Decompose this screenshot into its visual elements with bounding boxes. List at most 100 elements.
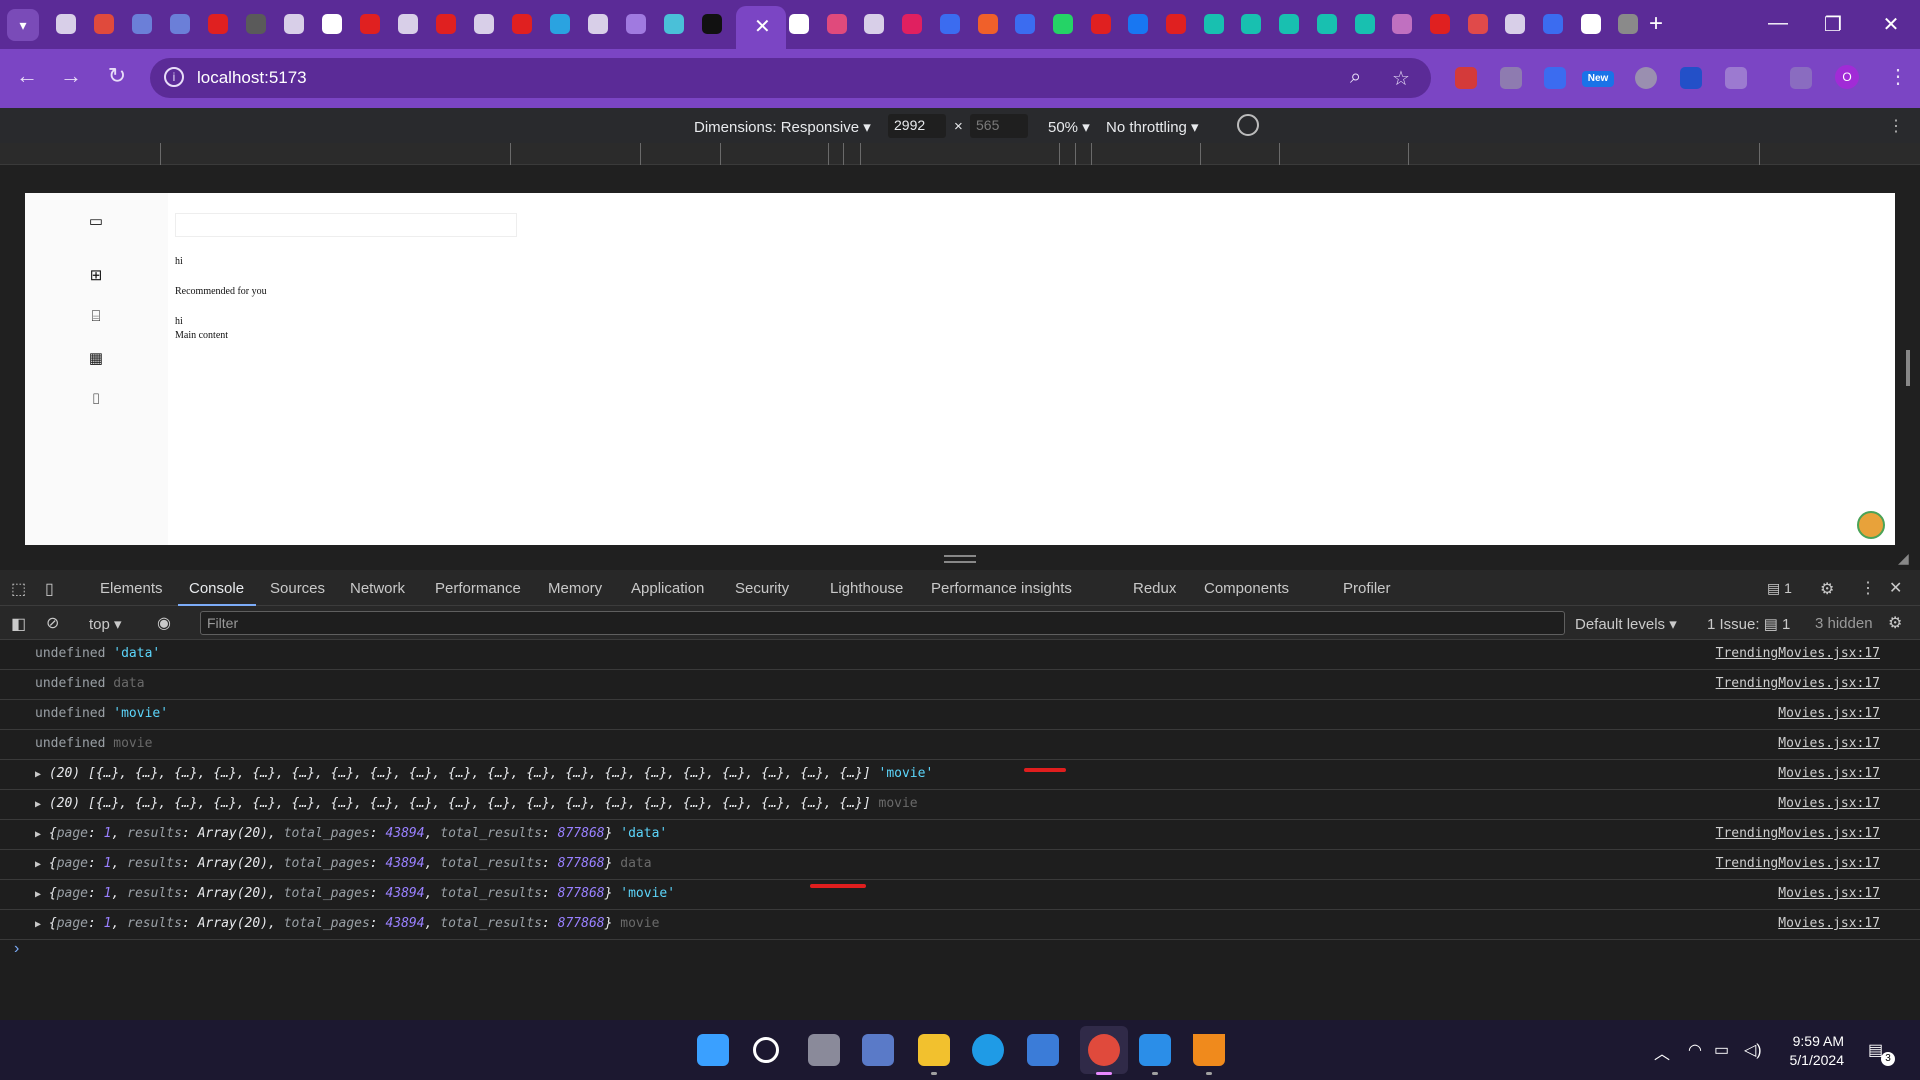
tab-favicon[interactable] — [702, 14, 722, 34]
file-explorer-icon[interactable] — [918, 1034, 950, 1066]
tab-favicon[interactable] — [1090, 14, 1111, 34]
bookmark-star-icon[interactable]: ☆ — [1392, 66, 1410, 91]
tab-favicon[interactable] — [1505, 14, 1526, 34]
tab-favicon[interactable] — [284, 14, 304, 34]
console-log-row[interactable]: undefined movie Movies.jsx:17 — [0, 730, 1920, 760]
grid-icon[interactable]: ⊞ — [87, 267, 105, 285]
source-link[interactable]: Movies.jsx:17 — [1778, 736, 1880, 751]
console-settings-gear-icon[interactable]: ⚙ — [1888, 613, 1902, 633]
tab-sources[interactable]: Sources — [270, 580, 325, 597]
tab-components[interactable]: Components — [1204, 580, 1289, 597]
tab-favicon[interactable] — [789, 14, 809, 34]
tab-favicon[interactable] — [1166, 14, 1186, 34]
chrome-menu-icon[interactable]: ⋮ — [1888, 64, 1908, 89]
tab-favicon[interactable] — [626, 14, 646, 34]
tab-security[interactable]: Security — [735, 580, 789, 597]
tab-memory[interactable]: Memory — [548, 580, 602, 597]
minimize-button[interactable]: — — [1763, 12, 1793, 35]
bookmark-icon[interactable]: ⌷ — [87, 391, 105, 409]
context-selector[interactable]: top ▾ — [89, 615, 122, 633]
device-toggle-icon[interactable]: ▯ — [45, 579, 54, 599]
clear-console-icon[interactable]: ⊘ — [46, 613, 59, 633]
tab-favicon[interactable] — [939, 14, 960, 34]
tab-favicon[interactable] — [664, 14, 684, 34]
tab-search-button[interactable]: ▾ — [7, 9, 39, 41]
extension-icon[interactable] — [1544, 67, 1566, 89]
tab-favicon[interactable] — [322, 14, 342, 34]
tab-application[interactable]: Application — [631, 580, 704, 597]
start-button[interactable] — [697, 1034, 729, 1066]
tab-favicon[interactable] — [588, 14, 608, 34]
media-control-icon[interactable] — [1790, 67, 1812, 89]
tab-favicon[interactable] — [94, 14, 114, 34]
tab-favicon[interactable] — [360, 14, 380, 34]
source-link[interactable]: TrendingMovies.jsx:17 — [1716, 646, 1880, 661]
tab-profiler[interactable]: Profiler — [1343, 580, 1391, 597]
console-log-row[interactable]: ▶ (20) [{…}, {…}, {…}, {…}, {…}, {…}, {…… — [0, 790, 1920, 820]
site-info-icon[interactable]: i — [164, 67, 184, 87]
console-log-row[interactable]: ▶ {page: 1, results: Array(20), total_pa… — [0, 820, 1920, 850]
tab-favicon[interactable] — [1543, 14, 1563, 34]
tab-favicon[interactable] — [436, 14, 456, 34]
close-tab-icon[interactable]: ✕ — [754, 14, 771, 39]
rotate-icon[interactable] — [1237, 114, 1259, 136]
forward-button[interactable]: → — [56, 63, 86, 89]
height-input[interactable]: 565 — [970, 114, 1028, 138]
restore-button[interactable]: ❐ — [1818, 12, 1848, 37]
source-link[interactable]: TrendingMovies.jsx:17 — [1716, 856, 1880, 871]
tab-favicon[interactable] — [1015, 14, 1036, 34]
throttling-dropdown[interactable]: No throttling ▾ — [1106, 118, 1199, 136]
tab-favicon[interactable] — [512, 14, 532, 34]
tab-favicon[interactable] — [1467, 14, 1488, 34]
active-tab[interactable]: ✕ — [736, 6, 786, 49]
console-filter-input[interactable]: Filter — [200, 611, 1565, 635]
console-log-row[interactable]: ▶ {page: 1, results: Array(20), total_pa… — [0, 880, 1920, 910]
live-expression-eye-icon[interactable]: ◉ — [157, 613, 171, 633]
extension-icon[interactable] — [1455, 67, 1477, 89]
tab-favicon[interactable] — [1052, 14, 1073, 34]
source-link[interactable]: Movies.jsx:17 — [1778, 706, 1880, 721]
search-icon[interactable] — [753, 1037, 779, 1063]
tab-favicon[interactable] — [1316, 14, 1337, 34]
expand-triangle-icon[interactable]: ▶ — [35, 859, 41, 870]
device-more-icon[interactable]: ⋮ — [1888, 116, 1904, 136]
tab-favicon[interactable] — [1241, 14, 1262, 34]
sidebar-toggle-icon[interactable]: ◧ — [11, 614, 26, 634]
page-search-input[interactable] — [175, 213, 517, 237]
tab-favicon[interactable] — [902, 14, 923, 34]
console-log-row[interactable]: undefined 'data' TrendingMovies.jsx:17 — [0, 640, 1920, 670]
clapperboard-icon[interactable]: ▭ — [87, 213, 105, 231]
issues-link[interactable]: 1 Issue: ▤ 1 — [1707, 615, 1790, 633]
source-link[interactable]: Movies.jsx:17 — [1778, 766, 1880, 781]
extension-icon[interactable] — [1680, 67, 1702, 89]
tv-icon[interactable]: ⌸ — [87, 308, 105, 326]
new-tab-button[interactable]: + — [1649, 10, 1663, 38]
log-levels-dropdown[interactable]: Default levels ▾ — [1575, 615, 1677, 633]
tab-console[interactable]: Console — [189, 580, 244, 597]
zoom-dropdown[interactable]: 50% ▾ — [1048, 118, 1090, 136]
tab-favicon[interactable] — [1354, 14, 1375, 34]
back-button[interactable]: ← — [12, 63, 42, 89]
console-log-row[interactable]: ▶ {page: 1, results: Array(20), total_pa… — [0, 850, 1920, 880]
source-link[interactable]: TrendingMovies.jsx:17 — [1716, 676, 1880, 691]
media-query-ruler[interactable] — [0, 143, 1920, 165]
console-log-row[interactable]: undefined 'movie' Movies.jsx:17 — [0, 700, 1920, 730]
dimensions-dropdown[interactable]: Dimensions: Responsive ▾ — [694, 118, 871, 136]
tab-favicon[interactable] — [132, 14, 152, 34]
extension-icon[interactable] — [1500, 67, 1522, 89]
zoom-icon[interactable]: ⌕ — [1350, 66, 1361, 89]
store-icon[interactable] — [1027, 1034, 1059, 1066]
tab-favicon[interactable] — [1429, 14, 1450, 34]
tab-favicon[interactable] — [208, 14, 228, 34]
tab-favicon[interactable] — [1618, 14, 1639, 34]
tab-favicon[interactable] — [474, 14, 494, 34]
floating-avatar-button[interactable] — [1857, 511, 1885, 539]
battery-icon[interactable]: ▭ — [1714, 1040, 1729, 1060]
vscode-icon[interactable] — [1139, 1034, 1171, 1066]
source-link[interactable]: Movies.jsx:17 — [1778, 916, 1880, 931]
expand-triangle-icon[interactable]: ▶ — [35, 829, 41, 840]
tab-favicon[interactable] — [1279, 14, 1300, 34]
vlc-icon[interactable] — [1193, 1034, 1225, 1066]
close-window-button[interactable]: ✕ — [1876, 12, 1906, 37]
source-link[interactable]: Movies.jsx:17 — [1778, 886, 1880, 901]
